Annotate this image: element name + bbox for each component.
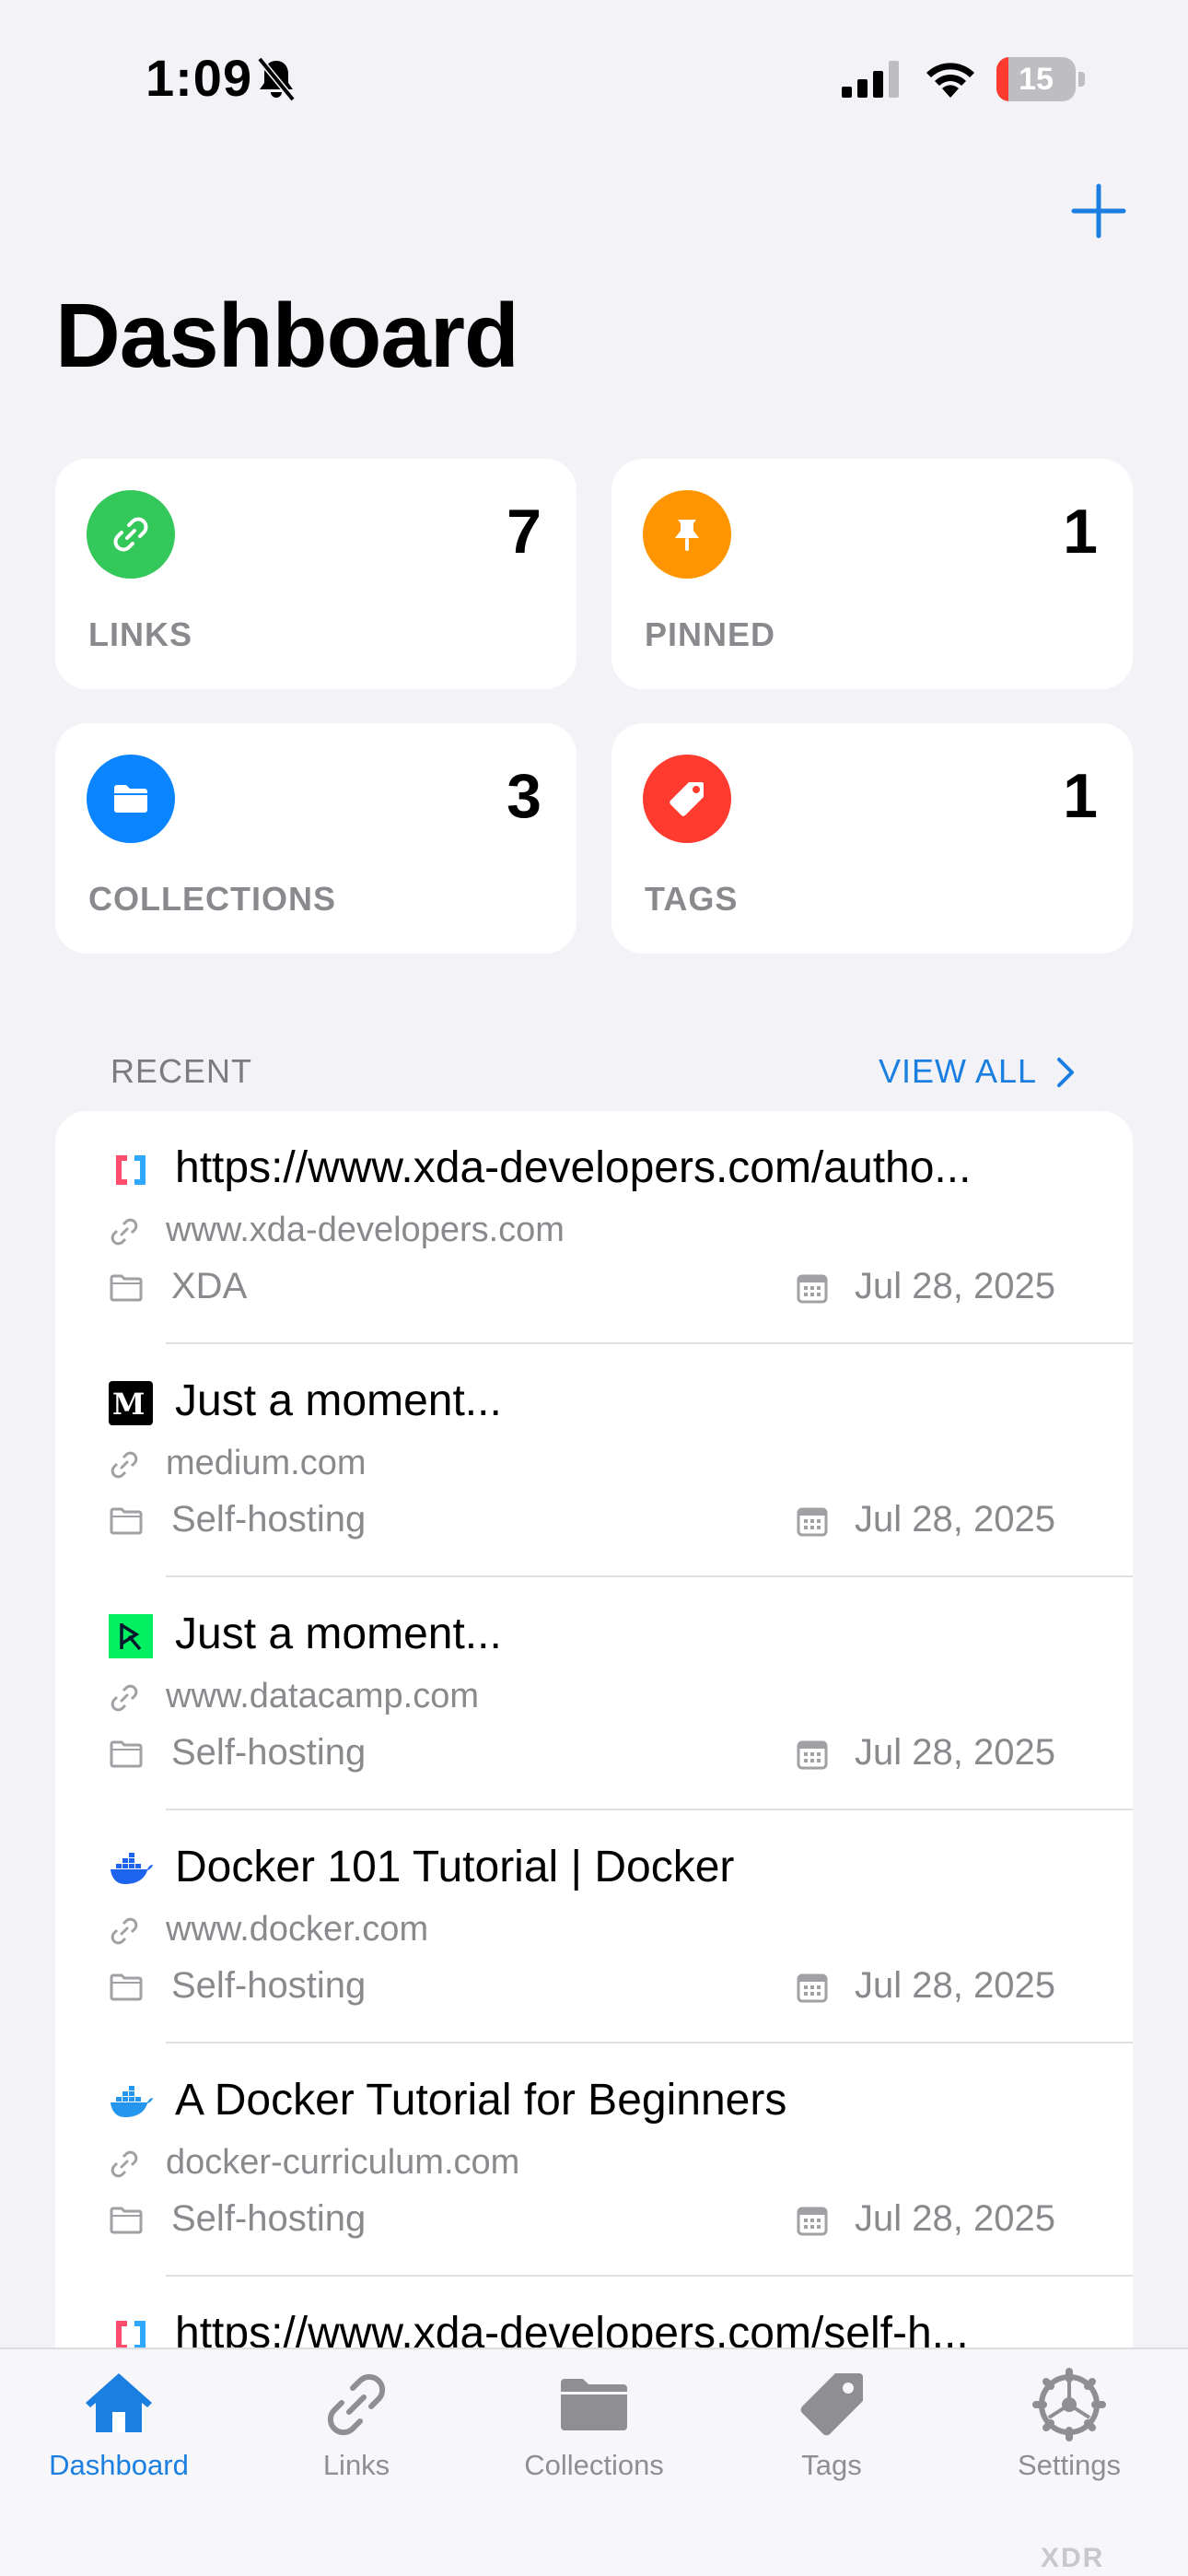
link-title: Docker 101 Tutorial | Docker [175, 1843, 735, 1891]
pinned-label: PINNED [645, 615, 776, 653]
pinned-count: 1 [1063, 497, 1098, 567]
folder-icon [110, 1274, 143, 1302]
tab-label: Collections [524, 2449, 664, 2481]
link-icon [327, 2373, 386, 2436]
recent-link-item[interactable]: https://www.xda-developers.com/self-h... [55, 2277, 1133, 2348]
recent-link-item[interactable]: Just a moment... www.datacamp.com Self-h… [55, 1577, 1133, 1810]
chevron-right-icon[interactable] [1052, 1056, 1077, 1089]
calendar-icon [797, 1274, 828, 1304]
watermark: XDR [1041, 2543, 1105, 2573]
link-icon [111, 1451, 138, 1479]
wifi-icon [926, 63, 974, 98]
pinned-stat-card[interactable]: 1 PINNED [611, 459, 1133, 689]
links-count: 7 [507, 497, 542, 567]
folder-icon [110, 1740, 143, 1768]
xda-icon [116, 1155, 146, 1185]
page-title: Dashboard [55, 285, 519, 386]
calendar-icon [797, 1973, 828, 2003]
recent-link-item[interactable]: https://www.xda-developers.com/autho... … [55, 1111, 1133, 1344]
tab-label: Settings [1017, 2449, 1121, 2481]
recent-header: RECENT [111, 1052, 253, 1090]
tab-settings[interactable]: Settings [950, 2349, 1188, 2515]
link-collection: Self-hosting [171, 1965, 367, 2006]
tag-icon [643, 755, 731, 843]
link-icon [111, 2150, 138, 2178]
collections-count: 3 [507, 761, 542, 831]
collections-stat-card[interactable]: 3 COLLECTIONS [55, 723, 577, 954]
tab-links[interactable]: Links [238, 2349, 475, 2515]
link-collection: XDA [171, 1266, 248, 1306]
link-date: Jul 28, 2025 [855, 1499, 1055, 1540]
folder-icon [110, 1973, 143, 2001]
link-domain: www.datacamp.com [166, 1677, 480, 1715]
tags-label: TAGS [645, 880, 739, 918]
link-date: Jul 28, 2025 [855, 1266, 1055, 1306]
link-domain: medium.com [166, 1444, 367, 1482]
bell-slash-icon [257, 57, 296, 101]
link-domain: www.xda-developers.com [166, 1211, 565, 1249]
link-title: https://www.xda-developers.com/autho... [175, 1143, 972, 1192]
links-stat-card[interactable]: 7 LINKS [55, 459, 577, 689]
tab-tags[interactable]: Tags [713, 2349, 950, 2515]
tags-count: 1 [1063, 761, 1098, 831]
folder-icon [110, 1507, 143, 1535]
link-title: https://www.xda-developers.com/self-h... [175, 2309, 969, 2348]
cellular-signal-icon [842, 61, 899, 98]
calendar-icon [797, 1507, 828, 1537]
recent-link-item[interactable]: A Docker Tutorial for Beginners docker-c… [55, 2043, 1133, 2277]
folder-icon [561, 2379, 627, 2430]
collections-label: COLLECTIONS [88, 880, 336, 918]
link-icon [87, 490, 175, 579]
tab-bar: Dashboard Links Collections Tags Setting… [0, 2348, 1188, 2576]
docker-icon [111, 2086, 153, 2117]
recent-link-item[interactable]: M Just a moment... medium.com Self-hosti… [55, 1344, 1133, 1577]
link-icon [111, 1917, 138, 1945]
folder-icon [110, 2207, 143, 2234]
link-title: Just a moment... [175, 1610, 502, 1658]
link-collection: Self-hosting [171, 1499, 367, 1540]
link-icon [111, 1218, 138, 1246]
link-date: Jul 28, 2025 [855, 1732, 1055, 1773]
tab-label: Links [322, 2449, 390, 2481]
folder-icon [87, 755, 175, 843]
link-title: A Docker Tutorial for Beginners [175, 2076, 787, 2125]
battery-percent: 15 [1019, 62, 1054, 97]
status-time: 1:09 [146, 49, 253, 107]
link-date: Jul 28, 2025 [855, 1965, 1055, 2006]
tab-label: Tags [801, 2449, 862, 2481]
links-label: LINKS [88, 615, 192, 653]
link-title: Just a moment... [175, 1376, 502, 1425]
calendar-icon [797, 2207, 828, 2236]
link-collection: Self-hosting [171, 2198, 367, 2239]
add-button[interactable] [1068, 181, 1129, 241]
gear-icon [1032, 2368, 1106, 2441]
xda-icon [116, 2321, 146, 2348]
docker-icon [111, 1853, 153, 1884]
status-bar: 1:09 15 [0, 0, 1188, 166]
tags-stat-card[interactable]: 1 TAGS [611, 723, 1133, 954]
battery-indicator: 15 [996, 57, 1085, 101]
datacamp-icon [109, 1614, 153, 1658]
medium-icon: M [109, 1381, 153, 1425]
tag-icon [800, 2373, 863, 2436]
link-domain: docker-curriculum.com [166, 2143, 520, 2182]
view-all-link[interactable]: VIEW ALL [879, 1052, 1037, 1091]
tab-dashboard[interactable]: Dashboard [0, 2349, 238, 2515]
tab-collections[interactable]: Collections [475, 2349, 713, 2515]
link-domain: www.docker.com [166, 1910, 429, 1949]
tab-label: Dashboard [49, 2449, 189, 2481]
link-date: Jul 28, 2025 [855, 2198, 1055, 2239]
calendar-icon [797, 1740, 828, 1770]
pin-icon [643, 490, 731, 579]
recent-links-list: https://www.xda-developers.com/autho... … [55, 1111, 1133, 2348]
recent-link-item[interactable]: Docker 101 Tutorial | Docker www.docker.… [55, 1810, 1133, 2043]
house-icon [86, 2373, 152, 2432]
link-icon [111, 1684, 138, 1712]
link-collection: Self-hosting [171, 1732, 367, 1773]
svg-text:M: M [112, 1387, 145, 1422]
